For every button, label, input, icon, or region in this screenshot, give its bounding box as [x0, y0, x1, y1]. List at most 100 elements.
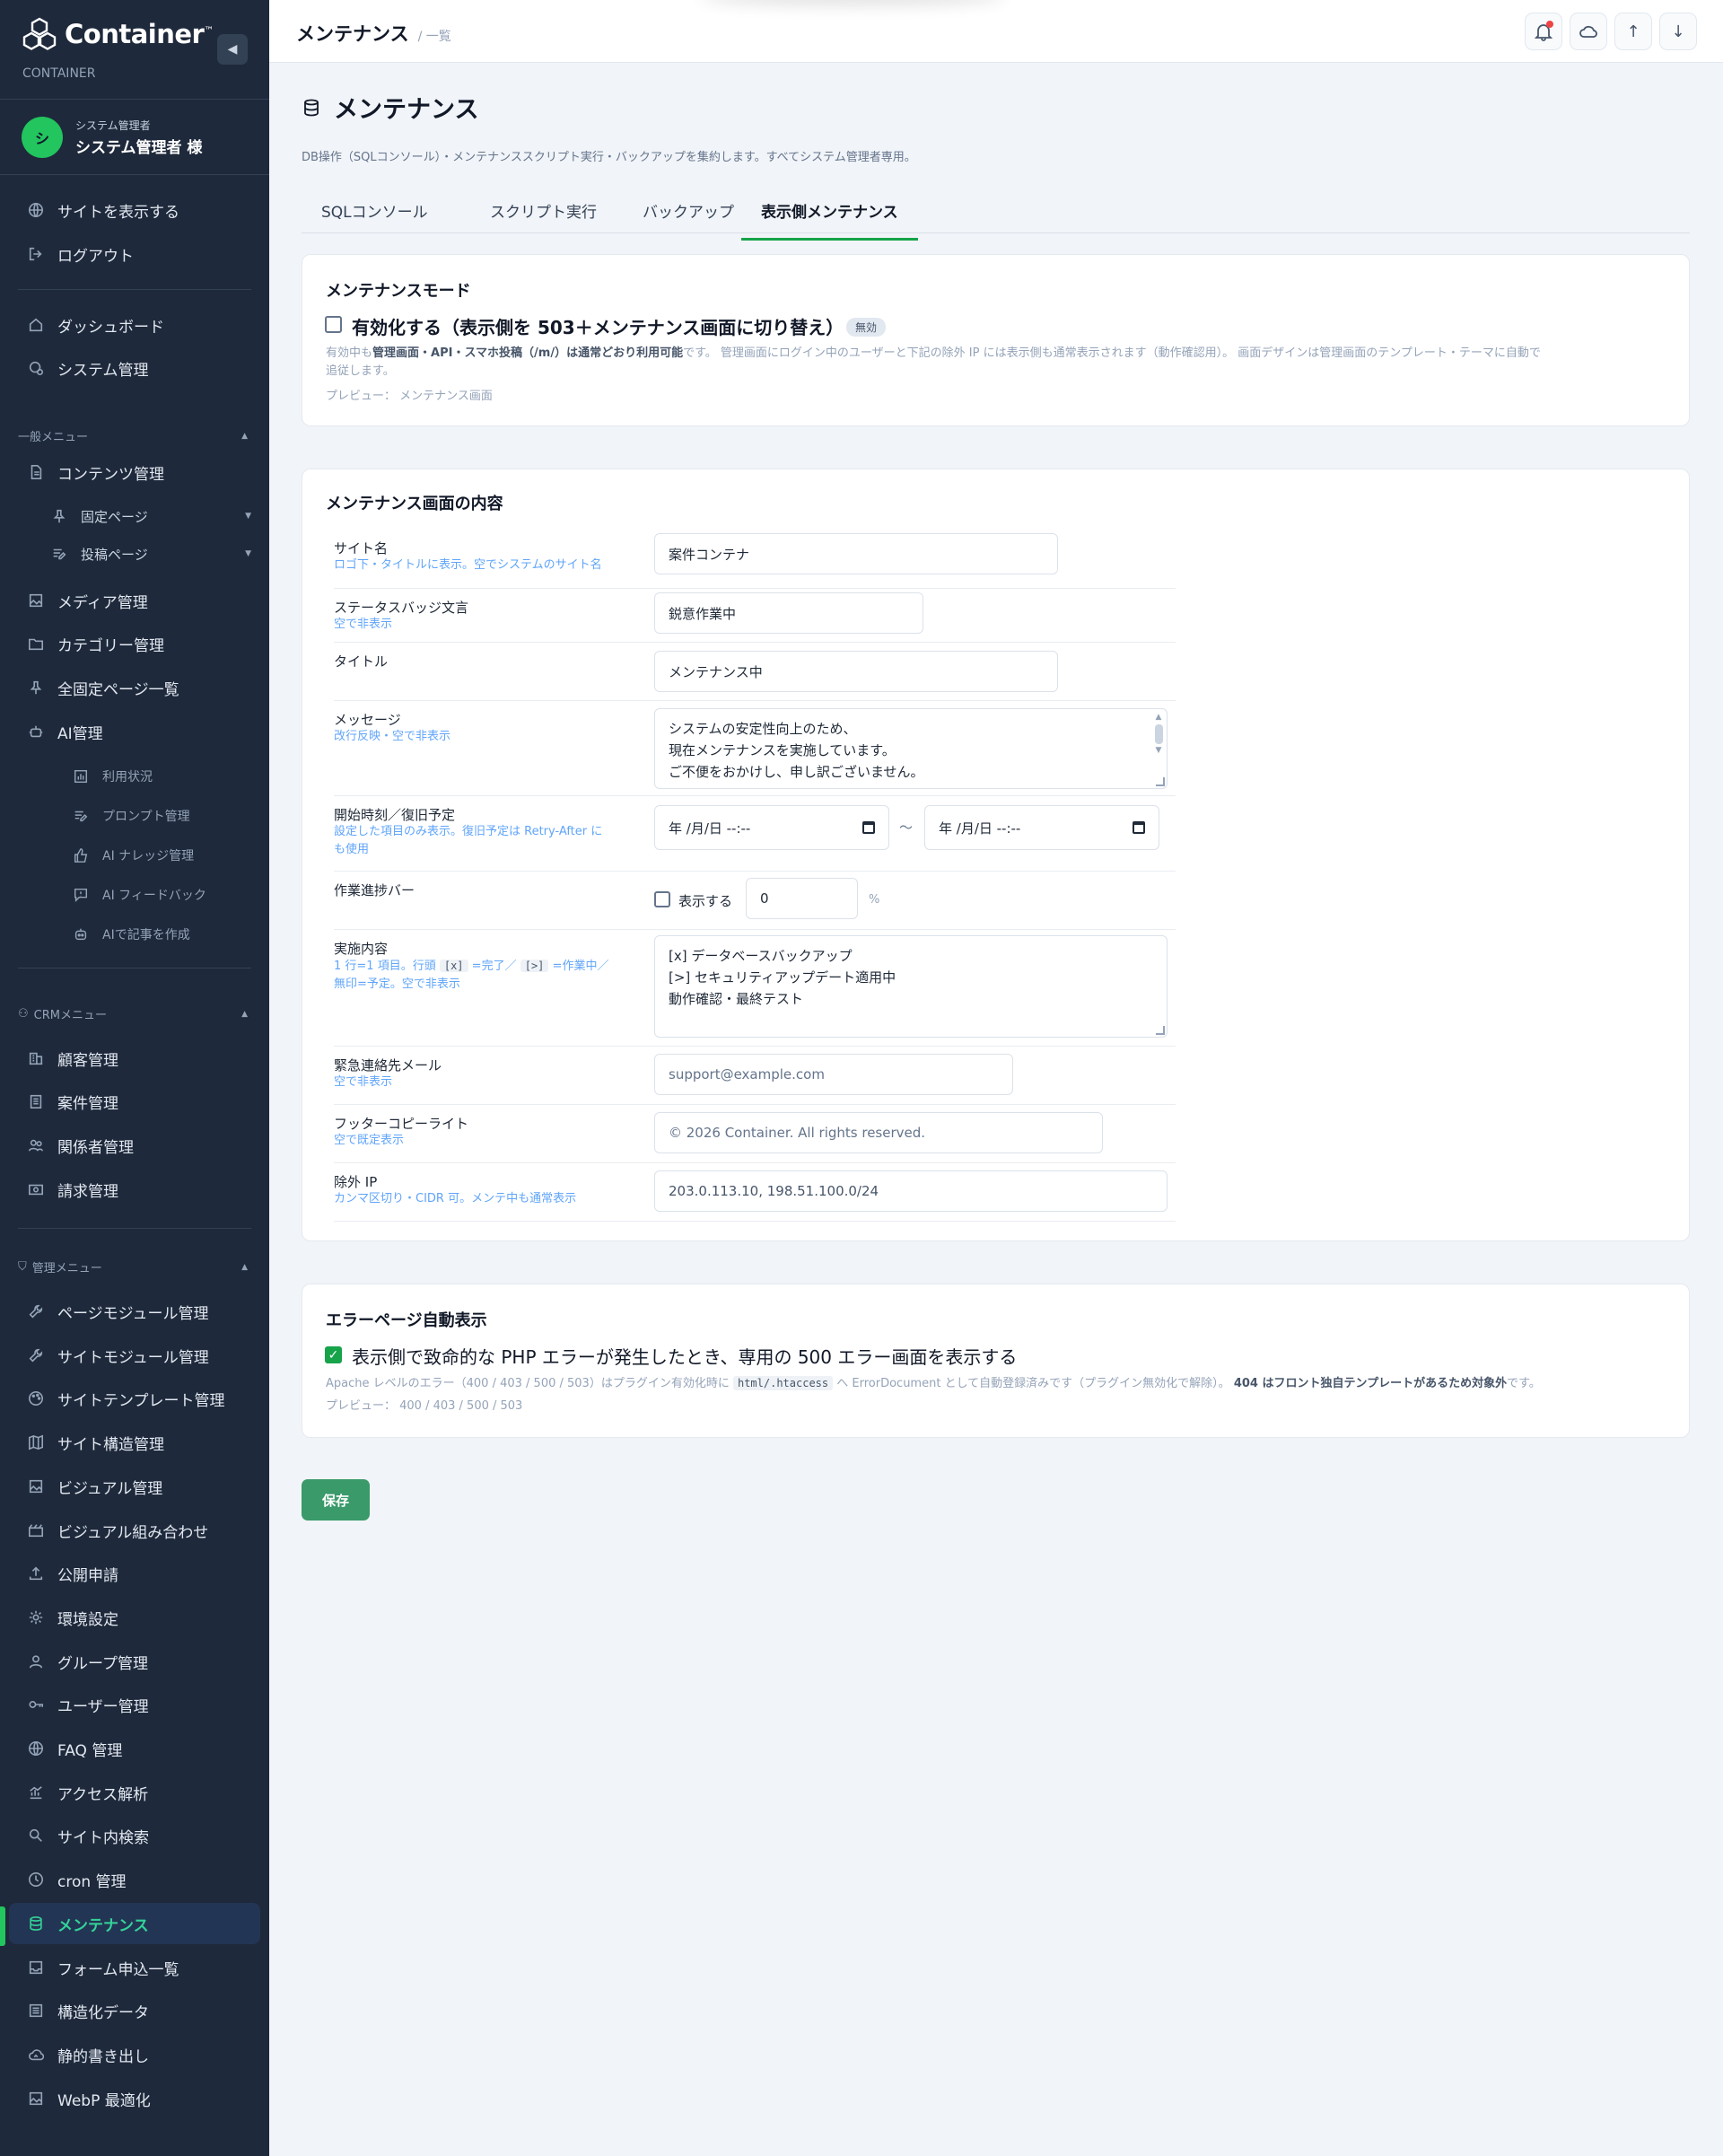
tab-front-maintenance[interactable]: 表示側メンテナンス [741, 199, 918, 241]
footer-copyright-input[interactable]: © 2026 Container. All rights reserved. [654, 1112, 1103, 1153]
sidebar-item-static-export[interactable]: 静的書き出し [9, 2034, 260, 2075]
progress-show-checkbox[interactable] [654, 891, 670, 907]
sidebar-item-dashboard[interactable]: ダッシュボード [9, 304, 260, 346]
collapse-sidebar-button[interactable]: ◀ [217, 34, 248, 65]
sidebar-item-logout[interactable]: ログアウト [9, 233, 260, 275]
sidebar-item-projects[interactable]: 案件管理 [9, 1081, 260, 1122]
sidebar-item-post-pages[interactable]: 投稿ページ ▼ [9, 533, 260, 574]
calendar-icon[interactable] [1133, 821, 1145, 834]
tab-script-run[interactable]: スクリプト実行 [470, 199, 617, 233]
save-button[interactable]: 保存 [302, 1479, 370, 1521]
sidebar-item-webp[interactable]: WebP 最適化 [9, 2078, 260, 2119]
sidebar-item-ai-feedback[interactable]: AI フィードバック [9, 874, 260, 916]
progress-show-label[interactable]: 表示する [678, 891, 732, 910]
error-page-label[interactable]: 表示側で致命的な PHP エラーが発生したとき、専用の 500 エラー画面を表示… [352, 1343, 1017, 1369]
sidebar-item-invoices[interactable]: 請求管理 [9, 1169, 260, 1210]
end-datetime-input[interactable]: 年 /月/日 --:-- [924, 805, 1159, 850]
user-profile[interactable]: シ システム管理者 システム管理者 様 [22, 117, 202, 158]
sidebar-item-view-site[interactable]: サイトを表示する [9, 189, 260, 231]
section-admin[interactable]: ⛉ 管理メニュー ▲ [18, 1258, 248, 1275]
sidebar-item-visual[interactable]: ビジュアル管理 [9, 1466, 260, 1507]
form-row-email: 緊急連絡先メール 空で非表示 support@example.com [334, 1047, 1176, 1105]
sidebar-item-analytics[interactable]: アクセス解析 [9, 1772, 260, 1813]
calendar-icon[interactable] [862, 821, 875, 834]
textarea-scrollbar[interactable]: ▲ ▼ [1153, 713, 1164, 756]
scroll-down-button[interactable]: ↓ [1659, 13, 1697, 50]
sidebar-item-site-search[interactable]: サイト内検索 [9, 1815, 260, 1856]
maintenance-note: 有効中も管理画面・API・スマホ投稿（/m/）は通常どおり利用可能です。 管理画… [326, 346, 1541, 378]
start-datetime-input[interactable]: 年 /月/日 --:-- [654, 805, 889, 850]
progress-percent-input[interactable]: 0 [746, 878, 858, 919]
tab-sql-console[interactable]: SQLコンソール [302, 199, 448, 233]
sidebar-item-users[interactable]: ユーザー管理 [9, 1684, 260, 1725]
sidebar-item-fixed-pages[interactable]: 固定ページ ▼ [9, 495, 260, 537]
resize-handle[interactable] [1156, 1026, 1165, 1035]
scroll-thumb[interactable] [1154, 724, 1163, 744]
end-datetime-value: 年 /月/日 --:-- [939, 819, 1021, 837]
site-name-input[interactable]: 案件コンテナ [654, 533, 1058, 574]
sidebar-item-group[interactable]: グループ管理 [9, 1641, 260, 1682]
maintenance-enable-checkbox[interactable] [325, 316, 342, 333]
sidebar-item-maintenance[interactable]: メンテナンス [9, 1903, 260, 1944]
maintenance-enable-label[interactable]: 有効化する（表示側を 503＋メンテナンス画面に切り替え） [352, 313, 844, 339]
section-crm[interactable]: ⚇ CRMメニュー ▲ [18, 1005, 248, 1022]
status-badge-input[interactable]: 鋭意作業中 [654, 592, 923, 634]
globe-icon [27, 201, 45, 219]
resize-handle[interactable] [1156, 777, 1165, 786]
sidebar-item-label: 構造化データ [57, 2003, 149, 2022]
sidebar-item-faq[interactable]: FAQ 管理 [9, 1728, 260, 1769]
sidebar-item-label: ビジュアル管理 [57, 1479, 163, 1498]
tab-backup[interactable]: バックアップ [623, 199, 754, 233]
error-page-checkbox[interactable]: ✓ [325, 1346, 342, 1363]
form-row-status-badge: ステータスバッジ文言 空で非表示 鋭意作業中 [334, 589, 1176, 643]
sidebar-item-site-module[interactable]: サイトモジュール管理 [9, 1335, 260, 1376]
sidebar-item-publish-request[interactable]: 公開申請 [9, 1553, 260, 1594]
emergency-email-input[interactable]: support@example.com [654, 1054, 1013, 1095]
maintenance-preview-link[interactable]: プレビュー： メンテナンス画面 [326, 388, 493, 406]
logout-icon [27, 245, 45, 263]
sidebar-item-site-template[interactable]: サイトテンプレート管理 [9, 1378, 260, 1419]
document-icon [27, 463, 45, 481]
brand[interactable]: Container™ [22, 16, 214, 52]
cloud-button[interactable] [1570, 13, 1607, 50]
sidebar-item-visual-combo[interactable]: ビジュアル組み合わせ [9, 1510, 260, 1551]
scroll-up-button[interactable]: ↑ [1614, 13, 1652, 50]
sidebar-item-prompt[interactable]: プロンプト管理 [9, 795, 260, 837]
sidebar-item-category[interactable]: カテゴリー管理 [9, 623, 260, 664]
sidebar-item-label: 環境設定 [57, 1610, 118, 1629]
user-role: システム管理者 [75, 119, 151, 132]
sidebar-item-cron[interactable]: cron 管理 [9, 1859, 260, 1900]
sidebar-item-structured-data[interactable]: 構造化データ [9, 1990, 260, 2031]
sidebar: Container™ CONTAINER ◀ シ システム管理者 システム管理者… [0, 0, 269, 2156]
sidebar-item-ai-knowledge[interactable]: AI ナレッジ管理 [9, 835, 260, 876]
sidebar-item-ai[interactable]: AI管理 [9, 711, 260, 752]
textarea-line: [>] セキュリティアップデート適用中 [669, 969, 896, 986]
sidebar-item-all-fixed-pages[interactable]: 全固定ページ一覧 [9, 667, 260, 708]
sidebar-item-system[interactable]: システム管理 [9, 347, 260, 389]
page-description: DB操作（SQLコンソール）・メンテナンススクリプト実行・バックアップを集約しま… [302, 151, 916, 164]
scroll-down-arrow-icon: ▼ [1155, 746, 1162, 755]
sidebar-item-media[interactable]: メディア管理 [9, 580, 260, 621]
tasks-textarea[interactable]: [x] データベースバックアップ [>] セキュリティアップデート適用中 動作確… [654, 935, 1168, 1038]
error-page-preview-link[interactable]: プレビュー： 400 / 403 / 500 / 503 [326, 1398, 522, 1415]
sidebar-item-label: AI ナレッジ管理 [102, 849, 195, 863]
message-textarea[interactable]: システムの安定性向上のため、 現在メンテナンスを実施しています。 ご不便をおかけ… [654, 708, 1168, 789]
sidebar-item-stakeholders[interactable]: 関係者管理 [9, 1125, 260, 1166]
sidebar-item-customers[interactable]: 顧客管理 [9, 1038, 260, 1079]
sidebar-item-page-module[interactable]: ページモジュール管理 [9, 1291, 260, 1332]
sidebar-item-site-structure[interactable]: サイト構造管理 [9, 1422, 260, 1463]
sidebar-item-label: 請求管理 [57, 1182, 118, 1201]
section-general[interactable]: 一般メニュー ▲ [18, 427, 248, 444]
breadcrumb-sub[interactable]: / 一覧 [418, 27, 451, 45]
sidebar-item-content[interactable]: コンテンツ管理 [9, 451, 260, 493]
sidebar-item-ai-article[interactable]: AIで記事を作成 [9, 914, 260, 955]
notifications-button[interactable] [1525, 13, 1562, 50]
sidebar-item-settings[interactable]: 環境設定 [9, 1597, 260, 1638]
edit-icon [72, 807, 90, 825]
chart-icon [72, 767, 90, 785]
exclude-ip-input[interactable]: 203.0.113.10, 198.51.100.0/24 [654, 1170, 1168, 1212]
topbar: メンテナンス / 一覧 ↑ ↓ [269, 0, 1723, 63]
sidebar-item-form-submissions[interactable]: フォーム申込一覧 [9, 1947, 260, 1988]
title-input[interactable]: メンテナンス中 [654, 651, 1058, 692]
sidebar-item-usage[interactable]: 利用状況 [9, 756, 260, 797]
